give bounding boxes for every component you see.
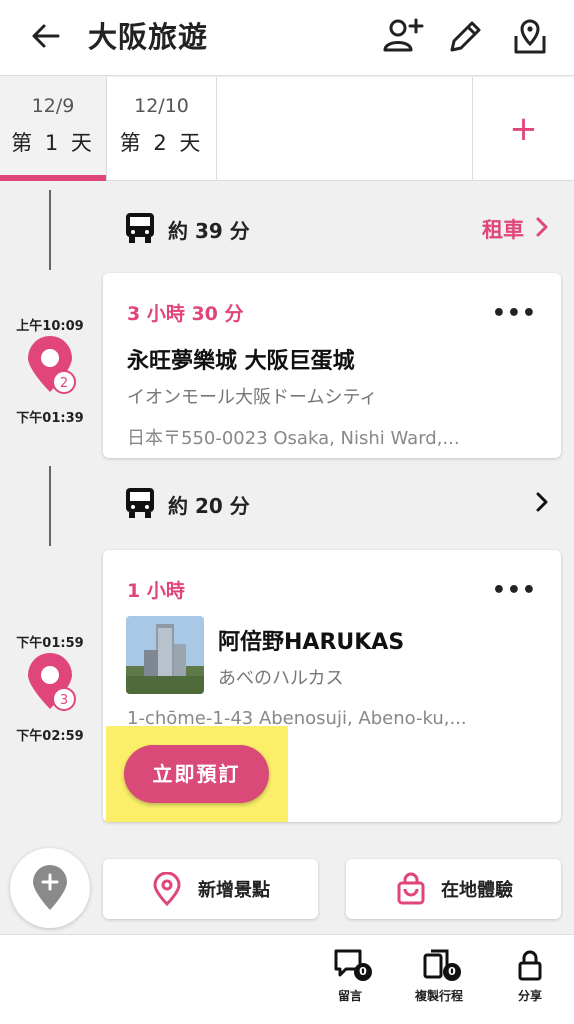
tab-label: 第 1 天: [11, 131, 95, 155]
location-pin-icon: 3: [28, 653, 76, 711]
tab-day-2[interactable]: 12/10 第 2 天: [107, 77, 217, 181]
comments-count-badge: 0: [354, 963, 372, 981]
stop-index: 2: [60, 376, 68, 391]
stay-duration: 3 小時 30 分: [127, 303, 244, 325]
plus-icon: +: [509, 109, 538, 149]
bottom-toolbar: 0 留言 0 複製行程 分享: [0, 934, 574, 1024]
local-experience-label: 在地體驗: [441, 880, 513, 901]
transit-row[interactable]: 約 20 分: [124, 482, 554, 530]
lock-icon: [518, 950, 542, 981]
location-pin-icon: 2: [28, 336, 76, 394]
more-options-icon[interactable]: •••: [492, 301, 537, 326]
stop-end-time: 下午01:39: [16, 411, 84, 426]
tab-day-1[interactable]: 12/9 第 1 天: [0, 77, 107, 181]
transit-row[interactable]: 約 39 分 租車: [124, 207, 554, 255]
app-header: 大阪旅遊: [0, 0, 574, 76]
tab-date: 12/10: [134, 95, 189, 117]
add-location-fab[interactable]: [10, 848, 90, 928]
tab-date: 12/9: [31, 95, 75, 117]
copy-count-badge: 0: [443, 963, 461, 981]
add-spot-label: 新增景點: [198, 880, 270, 901]
chevron-right-icon: [536, 492, 548, 512]
bus-icon: [126, 488, 154, 518]
share-button[interactable]: 分享: [508, 947, 552, 1004]
add-spot-button[interactable]: 新增景點: [103, 859, 318, 919]
copy-itinerary-label: 複製行程: [414, 989, 463, 1003]
add-pin-icon: [33, 865, 67, 910]
active-tab-indicator: [0, 175, 106, 181]
place-alt-name: イオンモール大阪ドームシティ: [127, 387, 378, 408]
book-now-button[interactable]: 立即預訂: [124, 745, 269, 803]
place-name: 阿倍野HARUKAS: [218, 630, 405, 655]
transit-time: 約 20 分: [168, 494, 250, 518]
page-title: 大阪旅遊: [88, 20, 209, 54]
itinerary-card[interactable]: 3 小時 30 分 ••• 永旺夢樂城 大阪巨蛋城 イオンモール大阪ドームシティ…: [103, 273, 561, 458]
transit-time: 約 39 分: [168, 219, 250, 243]
add-day-button[interactable]: +: [472, 77, 574, 181]
stop-index: 3: [60, 693, 68, 708]
place-address: 日本〒550-0023 Osaka, Nishi Ward,...: [127, 428, 460, 449]
bus-icon: [126, 213, 154, 243]
more-options-icon[interactable]: •••: [492, 578, 537, 603]
stop-end-time: 下午02:59: [16, 729, 84, 744]
place-thumbnail: [126, 616, 204, 694]
day-tabs: 12/9 第 1 天 12/10 第 2 天 +: [0, 77, 574, 181]
comments-button[interactable]: 0 留言: [322, 947, 378, 1004]
comments-label: 留言: [337, 989, 362, 1003]
copy-itinerary-button[interactable]: 0 複製行程: [408, 947, 470, 1004]
stop-start-time: 上午10:09: [16, 319, 84, 334]
building-photo-icon: [126, 616, 204, 694]
map-pin-icon[interactable]: [508, 14, 552, 58]
location-icon: [153, 872, 181, 906]
stop-start-time: 下午01:59: [16, 636, 84, 651]
shopping-bag-icon: [397, 872, 425, 905]
place-alt-name: あべのハルカス: [218, 668, 344, 689]
back-arrow-icon[interactable]: [28, 18, 64, 54]
stay-duration: 1 小時: [127, 580, 185, 602]
tab-label: 第 2 天: [119, 131, 204, 155]
share-label: 分享: [517, 989, 542, 1003]
car-rental-link[interactable]: 租車: [482, 214, 524, 244]
timeline-line: [49, 190, 51, 270]
edit-pencil-icon[interactable]: [444, 14, 488, 58]
place-name: 永旺夢樂城 大阪巨蛋城: [127, 349, 355, 374]
chevron-right-icon: [536, 217, 548, 237]
local-experience-button[interactable]: 在地體驗: [346, 859, 561, 919]
timeline-line: [49, 466, 51, 546]
add-user-icon[interactable]: [380, 14, 424, 58]
